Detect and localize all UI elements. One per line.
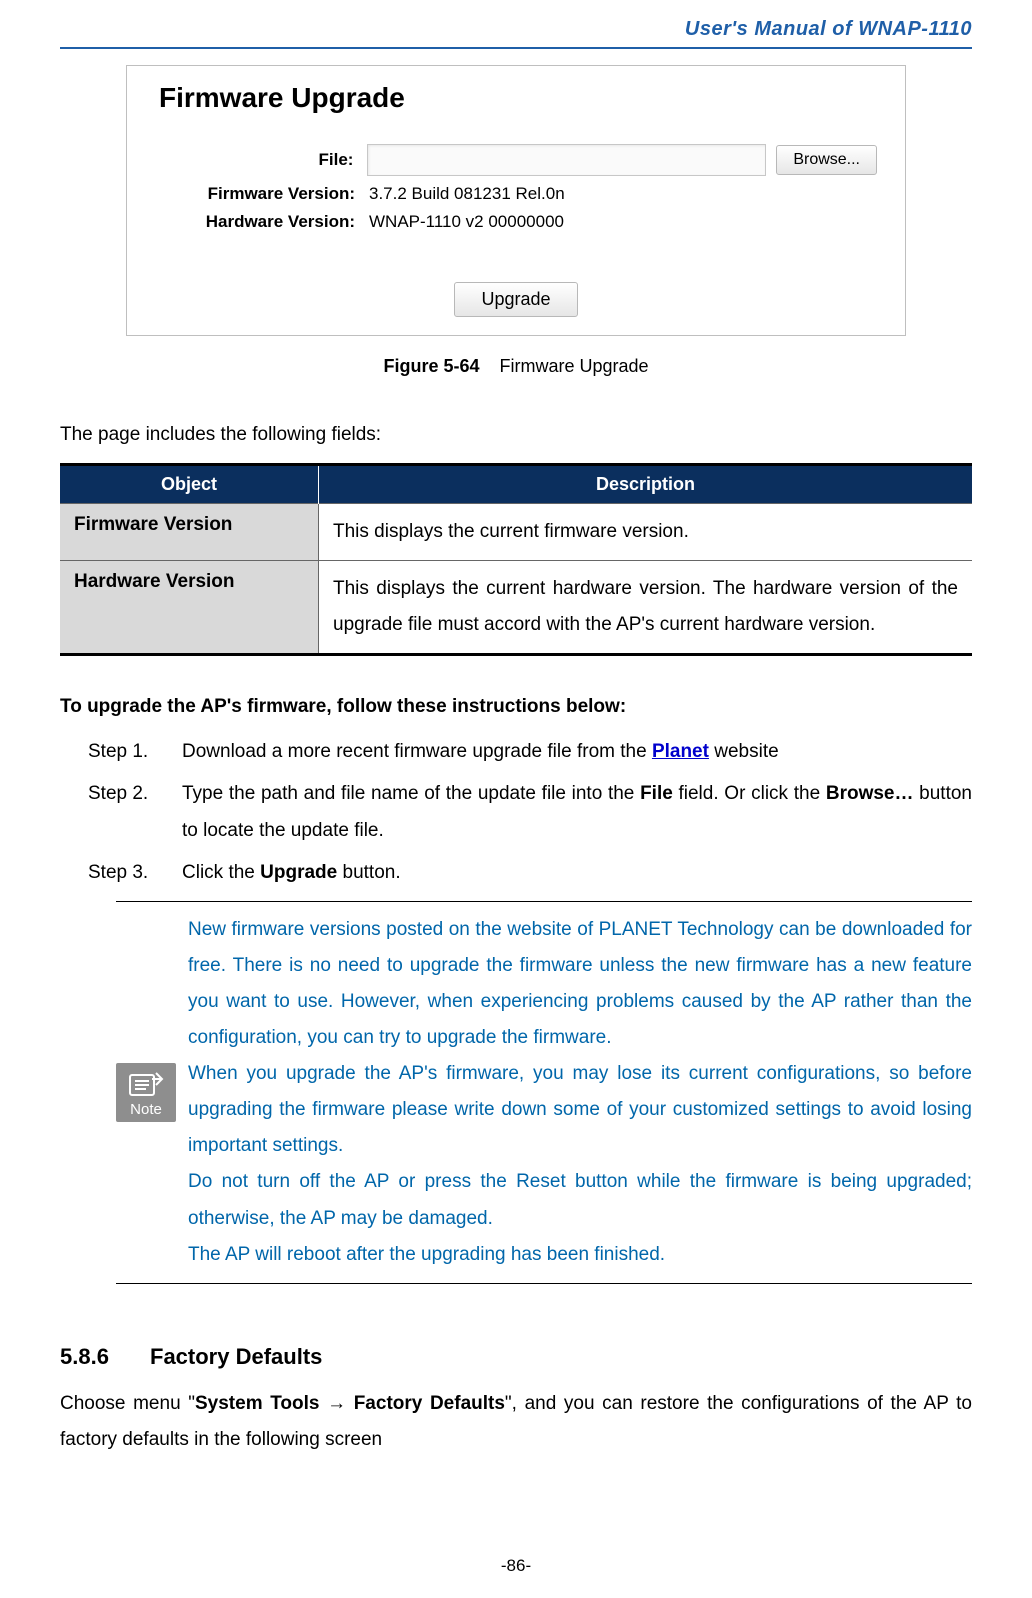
figure-caption: Figure 5-64 Firmware Upgrade — [60, 356, 972, 377]
file-row: File: Browse... — [155, 144, 877, 176]
note-block: Note New firmware versions posted on the… — [116, 901, 972, 1284]
browse-button[interactable]: Browse... — [776, 145, 877, 175]
col-object: Object — [60, 465, 319, 504]
step-label: Step 3. — [88, 855, 182, 891]
firmware-version-value: 3.7.2 Build 081231 Rel.0n — [369, 184, 565, 204]
hardware-version-value: WNAP-1110 v2 00000000 — [369, 212, 564, 232]
firmware-version-row: Firmware Version: 3.7.2 Build 081231 Rel… — [155, 184, 877, 204]
step-1: Step 1. Download a more recent firmware … — [88, 734, 972, 770]
row-object: Hardware Version — [60, 561, 319, 655]
figure-number: Figure 5-64 — [383, 356, 479, 376]
col-description: Description — [319, 465, 973, 504]
section-title: Factory Defaults — [150, 1344, 322, 1369]
row-description: This displays the current firmware versi… — [319, 504, 973, 561]
step-label: Step 1. — [88, 734, 182, 770]
row-object: Firmware Version — [60, 504, 319, 561]
section-number: 5.8.6 — [60, 1344, 150, 1370]
figure-title: Firmware Upgrade — [500, 356, 649, 376]
row-description: This displays the current hardware versi… — [319, 561, 973, 655]
table-row: Firmware Version This displays the curre… — [60, 504, 972, 561]
fields-intro: The page includes the following fields: — [60, 417, 972, 453]
table-row: Hardware Version This displays the curre… — [60, 561, 972, 655]
firmware-upgrade-panel: Firmware Upgrade File: Browse... Firmwar… — [126, 65, 906, 336]
note-icon: Note — [116, 1063, 176, 1122]
steps-heading: To upgrade the AP's firmware, follow the… — [60, 696, 972, 718]
header-title: User's Manual of WNAP-1110 — [60, 0, 972, 41]
step-content: Download a more recent firmware upgrade … — [182, 734, 972, 770]
steps-list: Step 1. Download a more recent firmware … — [88, 734, 972, 1283]
hardware-version-label: Hardware Version: — [155, 212, 369, 232]
file-label: File: — [155, 150, 367, 170]
step-content: Type the path and file name of the updat… — [182, 776, 972, 848]
firmware-version-label: Firmware Version: — [155, 184, 369, 204]
step-content: Click the Upgrade button. — [182, 855, 972, 891]
step-2: Step 2. Type the path and file name of t… — [88, 776, 972, 848]
hardware-version-row: Hardware Version: WNAP-1110 v2 00000000 — [155, 212, 877, 232]
upgrade-button[interactable]: Upgrade — [454, 282, 577, 317]
header-rule — [60, 47, 972, 49]
panel-title: Firmware Upgrade — [155, 76, 877, 136]
note-text: New firmware versions posted on the webs… — [188, 912, 972, 1273]
fields-table: Object Description Firmware Version This… — [60, 463, 972, 656]
step-3: Step 3. Click the Upgrade button. — [88, 855, 972, 891]
page-number: -86- — [0, 1556, 1032, 1576]
note-icon-cell: Note — [116, 912, 188, 1273]
section-body: Choose menu "System Tools → Factory Defa… — [60, 1386, 972, 1458]
section-heading: 5.8.6Factory Defaults — [60, 1344, 972, 1370]
step-label: Step 2. — [88, 776, 182, 848]
file-input[interactable] — [367, 144, 766, 176]
planet-link[interactable]: Planet — [652, 741, 709, 762]
note-label: Note — [116, 1101, 176, 1118]
